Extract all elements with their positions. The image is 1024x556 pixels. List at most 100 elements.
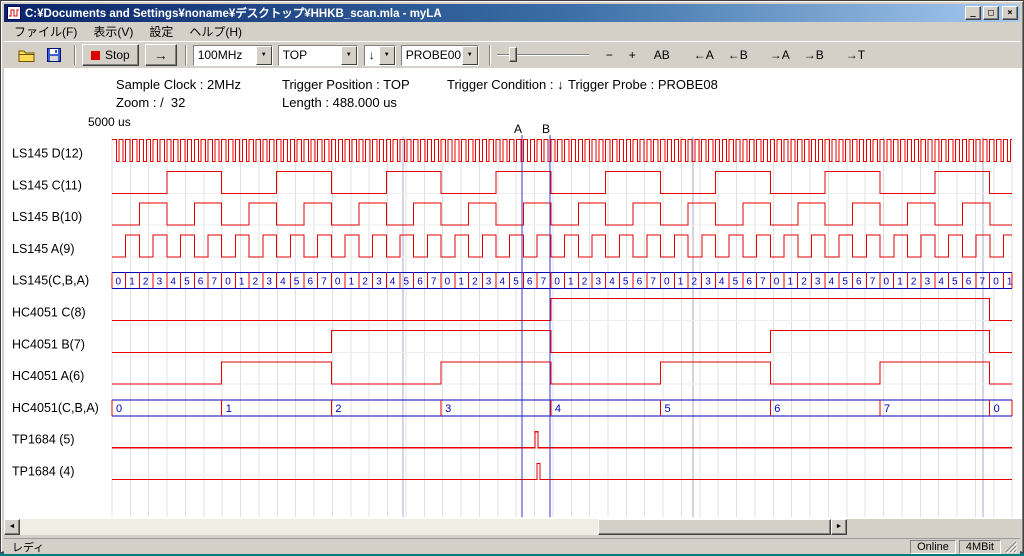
trigger-position-info: Trigger Position : TOP	[282, 77, 410, 92]
bus-value: 6	[307, 277, 313, 288]
window-title: C:¥Documents and Settings¥noname¥デスクトップ¥…	[25, 5, 963, 21]
bus-value: 6	[198, 277, 204, 288]
bus-value: 3	[157, 277, 163, 288]
waveform-trace	[112, 362, 1012, 384]
trigger-probe-select[interactable]: PROBE00 ▼	[401, 45, 479, 66]
waveform-trace	[112, 203, 1012, 225]
channel-label: HC4051 B(7)	[12, 337, 85, 351]
bus-value: 5	[665, 403, 671, 415]
trigger-edge-select[interactable]: ↓ ▼	[364, 45, 396, 66]
bus-value: 0	[554, 277, 560, 288]
stop-label: Stop	[105, 48, 130, 62]
toolbar-separator	[489, 45, 491, 65]
bus-value: 5	[513, 277, 519, 288]
trigger-condition-info: Trigger Condition : ↓	[447, 77, 564, 92]
bus-value: 0	[883, 277, 889, 288]
bus-value: 5	[294, 277, 300, 288]
menubar: ファイル(F) 表示(V) 設定 ヘルプ(H)	[4, 22, 1020, 41]
channel-label: LS145 C(11)	[12, 178, 82, 192]
bus-value: 0	[225, 277, 231, 288]
bus-value: 7	[979, 277, 985, 288]
goto-trigger-button[interactable]: →T	[841, 44, 870, 66]
bus-value: 6	[417, 277, 423, 288]
bus-value: 0	[774, 277, 780, 288]
run-arrow-icon: →	[154, 48, 168, 62]
sample-clock-select[interactable]: 100MHz ▼	[193, 45, 273, 66]
waveform-trace	[112, 140, 1012, 162]
channel-label: LS145(C,B,A)	[12, 274, 89, 288]
menu-file[interactable]: ファイル(F)	[6, 21, 85, 42]
bus-value: 1	[568, 277, 574, 288]
chevron-down-icon[interactable]: ▼	[256, 46, 272, 65]
waveform-trace	[112, 432, 1012, 448]
toolbar-separator	[74, 45, 76, 65]
bus-value: 6	[527, 277, 533, 288]
channel-label: HC4051 C(8)	[12, 306, 86, 320]
zoom-in-button[interactable]: +	[624, 44, 641, 66]
minimize-button[interactable]: _	[965, 6, 981, 20]
bus-value: 3	[376, 277, 382, 288]
menu-settings[interactable]: 設定	[141, 21, 181, 42]
waveform-trace	[112, 171, 1012, 193]
resize-grip[interactable]	[1004, 540, 1018, 554]
goto-cursor-a-button[interactable]: ←A	[689, 44, 719, 66]
set-cursor-a-button[interactable]: →A	[765, 44, 795, 66]
chevron-down-icon[interactable]: ▼	[341, 46, 357, 65]
bus-value: 4	[390, 277, 396, 288]
goto-cursor-b-button[interactable]: ←B	[723, 44, 753, 66]
save-file-button[interactable]	[42, 44, 66, 66]
open-file-button[interactable]	[14, 44, 38, 66]
bus-value: 7	[884, 403, 890, 415]
run-button[interactable]: →	[145, 44, 177, 66]
channel-label: TP1684 (4)	[12, 465, 75, 479]
zoom-info: Zoom : / 32	[116, 95, 185, 110]
trigger-edge-value: ↓	[365, 46, 379, 65]
channel-label: LS145 D(12)	[12, 147, 83, 161]
bus-value: 1	[458, 277, 464, 288]
menu-view[interactable]: 表示(V)	[85, 21, 141, 42]
bus-value: 1	[129, 277, 135, 288]
bus-value: 4	[280, 277, 286, 288]
close-button[interactable]: ×	[1002, 6, 1018, 20]
channel-label: HC4051(C,B,A)	[12, 401, 99, 415]
bus-value: 3	[595, 277, 601, 288]
stop-button[interactable]: Stop	[82, 44, 139, 66]
scroll-track[interactable]	[20, 519, 831, 535]
scroll-thumb[interactable]	[598, 519, 831, 535]
zoom-slider[interactable]	[495, 45, 591, 65]
bus-value: 2	[911, 277, 917, 288]
ab-button[interactable]: AB	[649, 44, 675, 66]
horizontal-scrollbar[interactable]: ◄ ►	[4, 519, 847, 535]
bus-value: 7	[431, 277, 437, 288]
trigger-position-select[interactable]: TOP ▼	[278, 45, 358, 66]
bus-value: 5	[403, 277, 409, 288]
scroll-left-button[interactable]: ◄	[4, 519, 20, 535]
waveform-trace	[112, 299, 1012, 321]
chevron-down-icon[interactable]: ▼	[379, 46, 395, 65]
bus-value: 2	[691, 277, 697, 288]
channel-label: LS145 A(9)	[12, 242, 75, 256]
status-online: Online	[910, 540, 956, 554]
bus-value: 7	[870, 277, 876, 288]
chevron-down-icon[interactable]: ▼	[462, 46, 478, 65]
set-cursor-b-button[interactable]: →B	[799, 44, 829, 66]
waveform-area[interactable]: 5000 usLS145 D(12)LS145 C(11)LS145 B(10)…	[4, 113, 1020, 519]
bus-value: 4	[719, 277, 725, 288]
left-arrow-icon: ◄	[9, 523, 16, 530]
bus-value: 6	[856, 277, 862, 288]
bus-value: 7	[541, 277, 547, 288]
menu-help[interactable]: ヘルプ(H)	[181, 21, 250, 42]
waveform-trace	[112, 464, 1012, 480]
sample-clock-value: 100MHz	[194, 46, 256, 65]
zoom-out-button[interactable]: −	[601, 44, 618, 66]
bus-value: 1	[349, 277, 355, 288]
bus-value: 3	[705, 277, 711, 288]
open-folder-icon	[18, 49, 35, 62]
sample-clock-info: Sample Clock : 2MHz	[116, 77, 241, 92]
bus-value: 6	[966, 277, 972, 288]
bus-value: 5	[184, 277, 190, 288]
slider-thumb[interactable]	[509, 47, 517, 62]
maximize-button[interactable]: □	[983, 6, 999, 20]
bus-value: 7	[211, 277, 217, 288]
scroll-right-button[interactable]: ►	[831, 519, 847, 535]
